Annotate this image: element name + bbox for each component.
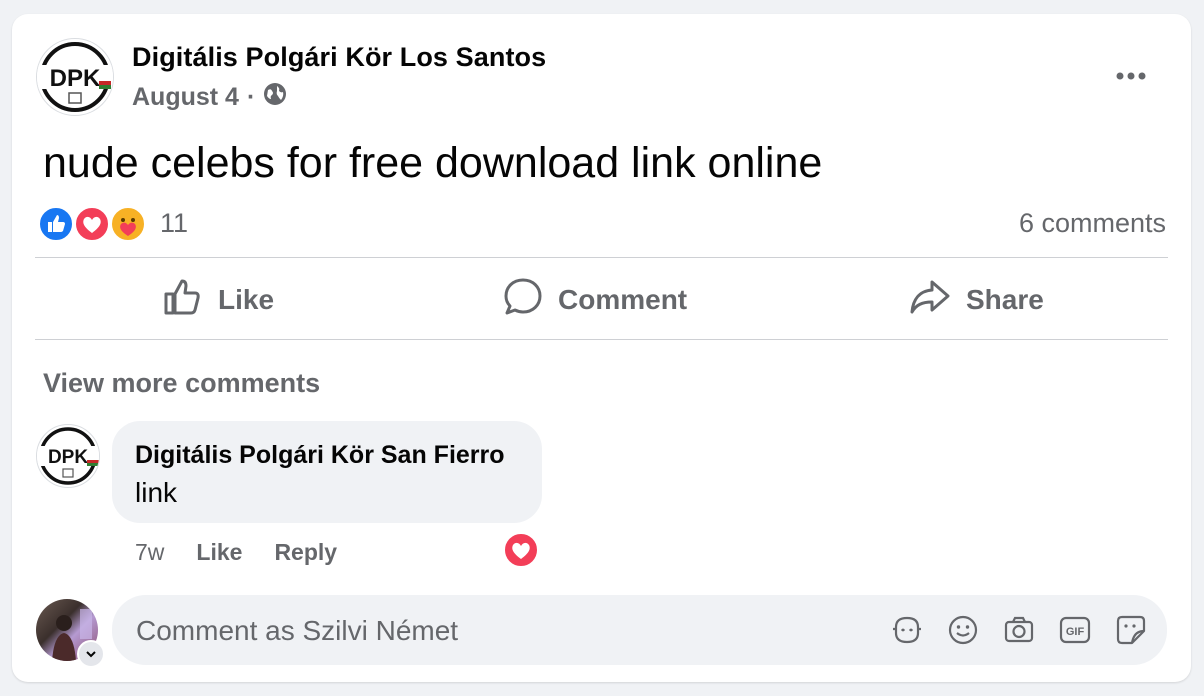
reaction-count: 11 <box>160 208 189 238</box>
dpk-logo-icon: DPK <box>37 427 99 485</box>
love-icon[interactable] <box>502 531 540 574</box>
comment-button-label: Comment <box>558 284 688 315</box>
avatar-sticker-icon[interactable] <box>890 613 924 647</box>
comment-bubble-icon <box>502 276 544 325</box>
meta-separator: · <box>246 83 256 111</box>
globe-icon <box>263 82 287 113</box>
divider <box>35 339 1168 340</box>
emoji-icon[interactable] <box>946 613 980 647</box>
gif-icon[interactable]: GIF <box>1058 613 1092 647</box>
comment-actions: 7w Like Reply <box>135 539 337 566</box>
comment-button[interactable]: Comment <box>502 278 687 322</box>
like-button[interactable]: Like <box>162 278 274 322</box>
post-date[interactable]: August 4 <box>132 83 239 112</box>
post-text: nude celebs for free download link onlin… <box>43 139 823 187</box>
comments-count[interactable]: 6 comments <box>1019 208 1166 239</box>
post-meta: August 4 · <box>132 82 287 113</box>
thumbs-up-icon <box>162 276 204 325</box>
share-button[interactable]: Share <box>908 278 1044 322</box>
love-icon <box>74 206 110 247</box>
share-arrow-icon <box>908 276 952 325</box>
view-more-comments-link[interactable]: View more comments <box>43 368 320 399</box>
divider <box>35 257 1168 258</box>
care-icon <box>110 206 146 247</box>
comment-input-placeholder: Comment as Szilvi Német <box>136 615 459 646</box>
comment-text: link <box>135 477 178 508</box>
camera-icon[interactable] <box>1002 613 1036 647</box>
page-name[interactable]: Digitális Polgári Kör Los Santos <box>132 42 546 73</box>
dpk-logo-icon: DPK <box>37 42 113 112</box>
like-icon <box>38 206 74 247</box>
post-card: DPK Digitális Polgári Kör Los Santos Aug… <box>12 14 1191 682</box>
more-options-icon[interactable] <box>1112 68 1152 84</box>
comment-reply-button[interactable]: Reply <box>274 539 337 566</box>
comment-input[interactable]: Comment as Szilvi Német GIF <box>112 595 1167 665</box>
comment-avatar[interactable]: DPK <box>36 424 100 488</box>
composer-tools: GIF <box>890 613 1148 647</box>
page-avatar[interactable]: DPK <box>36 38 114 116</box>
reactions-summary[interactable]: 11 <box>38 204 198 244</box>
avatar-initials: DPK <box>50 65 101 92</box>
comment-time[interactable]: 7w <box>135 539 164 566</box>
avatar-initials: DPK <box>48 447 88 468</box>
comment-bubble: Digitális Polgári Kör San Fierro link <box>112 421 542 523</box>
comment-author[interactable]: Digitális Polgári Kör San Fierro <box>135 441 505 470</box>
svg-text:GIF: GIF <box>1066 626 1085 638</box>
chevron-down-icon[interactable] <box>77 640 105 668</box>
sticker-icon[interactable] <box>1114 613 1148 647</box>
share-button-label: Share <box>966 284 1044 315</box>
like-button-label: Like <box>218 284 275 315</box>
comment-like-button[interactable]: Like <box>196 539 242 566</box>
